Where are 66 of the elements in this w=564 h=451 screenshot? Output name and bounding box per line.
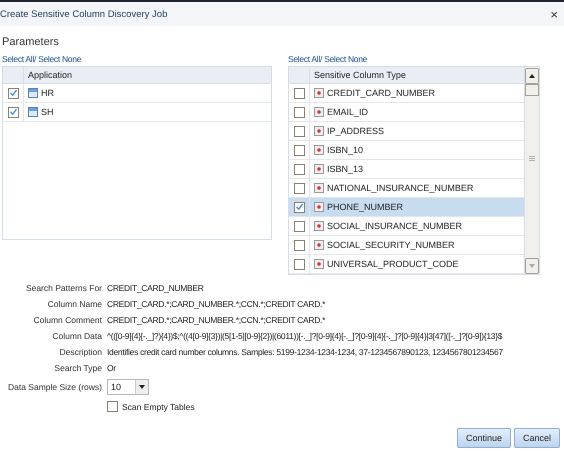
table-row[interactable]: CREDIT_CARD_NUMBER [289,84,524,103]
checkbox-label: Scan Empty Tables [122,402,195,412]
field-label: Column Name [46,299,102,309]
row-label: ISBN_13 [327,164,364,174]
field-label: Column Data [51,331,102,341]
row-label: UNIVERSAL_PRODUCT_CODE [327,259,459,269]
checkbox[interactable] [294,144,304,156]
section-title: Parameters [2,36,60,48]
table-row[interactable]: SH [3,103,271,122]
dialog-button[interactable]: Continue [456,428,511,448]
scroll-down-icon[interactable] [529,264,535,268]
scroll-up-icon[interactable] [529,74,535,78]
field-value: ^(([0-9]{4}[-._]?){4})$;^((4[0-9]{3})|(5[1-5][0-9]{2})|(6011))[-._]?[0-9]{4}[-._]?[0-9]{4}[-._]?[0-9]{4}|3[47]([-._]?[0-9]){13}$ [107,331,504,341]
field-value: CREDIT_CARD_NUMBER [107,283,205,293]
window-title: Create Sensitive Column Discovery Job [0,8,168,20]
checkbox[interactable] [294,88,304,98]
row-label: HR [41,88,54,98]
row-label: NATIONAL_INSURANCE_NUMBER [327,183,474,193]
checkbox[interactable] [294,258,304,270]
checkbox[interactable] [8,88,18,98]
row-label: CREDIT_CARD_NUMBER [327,88,436,98]
checkbox[interactable] [107,401,118,412]
table-row[interactable]: HR [3,84,271,103]
field-value: Or [107,363,117,373]
column-header: Sensitive Column Type [313,70,406,80]
checkbox[interactable] [294,182,304,194]
caret-icon [135,380,148,394]
row-label: SOCIAL_SECURITY_NUMBER [327,240,455,250]
checkbox[interactable] [294,106,304,118]
field-label: Search Type [53,363,102,373]
checkbox[interactable] [8,106,18,118]
field-label: Description [58,347,102,357]
checkbox[interactable] [294,164,304,174]
close-button[interactable]: × [548,6,560,22]
field-value: CREDIT_CARD.*;CARD_NUMBER.*;CCN.*;CREDIT CARD.* [107,315,326,325]
selected-row[interactable]: PHONE_NUMBER [289,198,524,217]
select-all-none-link[interactable]: Select All/ Select None [2,54,82,64]
table-row[interactable]: SOCIAL_SECURITY_NUMBER [289,236,524,255]
scrollbar[interactable] [524,67,539,274]
row-label: PHONE_NUMBER [327,202,404,212]
row-label: SOCIAL_INSURANCE_NUMBER [327,221,462,231]
row-label: ISBN_10 [327,145,364,155]
dialog-button[interactable]: Cancel [514,428,560,448]
select-all-none-link[interactable]: Select All/ Select None [288,54,368,64]
scrollbar-thumb[interactable] [525,84,539,96]
field-value: CREDIT_CARD.*;CARD_NUMBER.*;CCN.*;CREDIT CARD.* [107,299,326,309]
checkbox[interactable] [294,202,304,212]
row-label: IP_ADDRESS [327,126,384,136]
table-row[interactable]: SOCIAL_INSURANCE_NUMBER [289,217,524,236]
checkbox[interactable] [294,220,304,232]
table-row[interactable]: ISBN_13 [289,160,524,179]
column-header: Application [27,70,72,80]
checkbox[interactable] [294,240,304,250]
checkbox[interactable] [294,126,304,136]
table-row[interactable]: IP_ADDRESS [289,122,524,141]
table-row[interactable]: EMAIL_ID [289,103,524,122]
sample-size-dropdown[interactable]: 10 [107,379,149,395]
table-row[interactable]: UNIVERSAL_PRODUCT_CODE [289,255,524,274]
row-label: SH [41,107,54,117]
field-value: Identifies credit card number columns. Samples: 5199-1234-1234-1234, 37-1234567890123, 1234567801234567 [107,347,504,357]
grip-icon [529,156,535,161]
field-label: Search Patterns For [24,283,102,293]
field-label: Data Sample Size (rows) [6,382,102,392]
table-row[interactable]: ISBN_10 [289,141,524,160]
row-label: EMAIL_ID [327,107,368,117]
field-label: Column Comment [32,315,102,325]
